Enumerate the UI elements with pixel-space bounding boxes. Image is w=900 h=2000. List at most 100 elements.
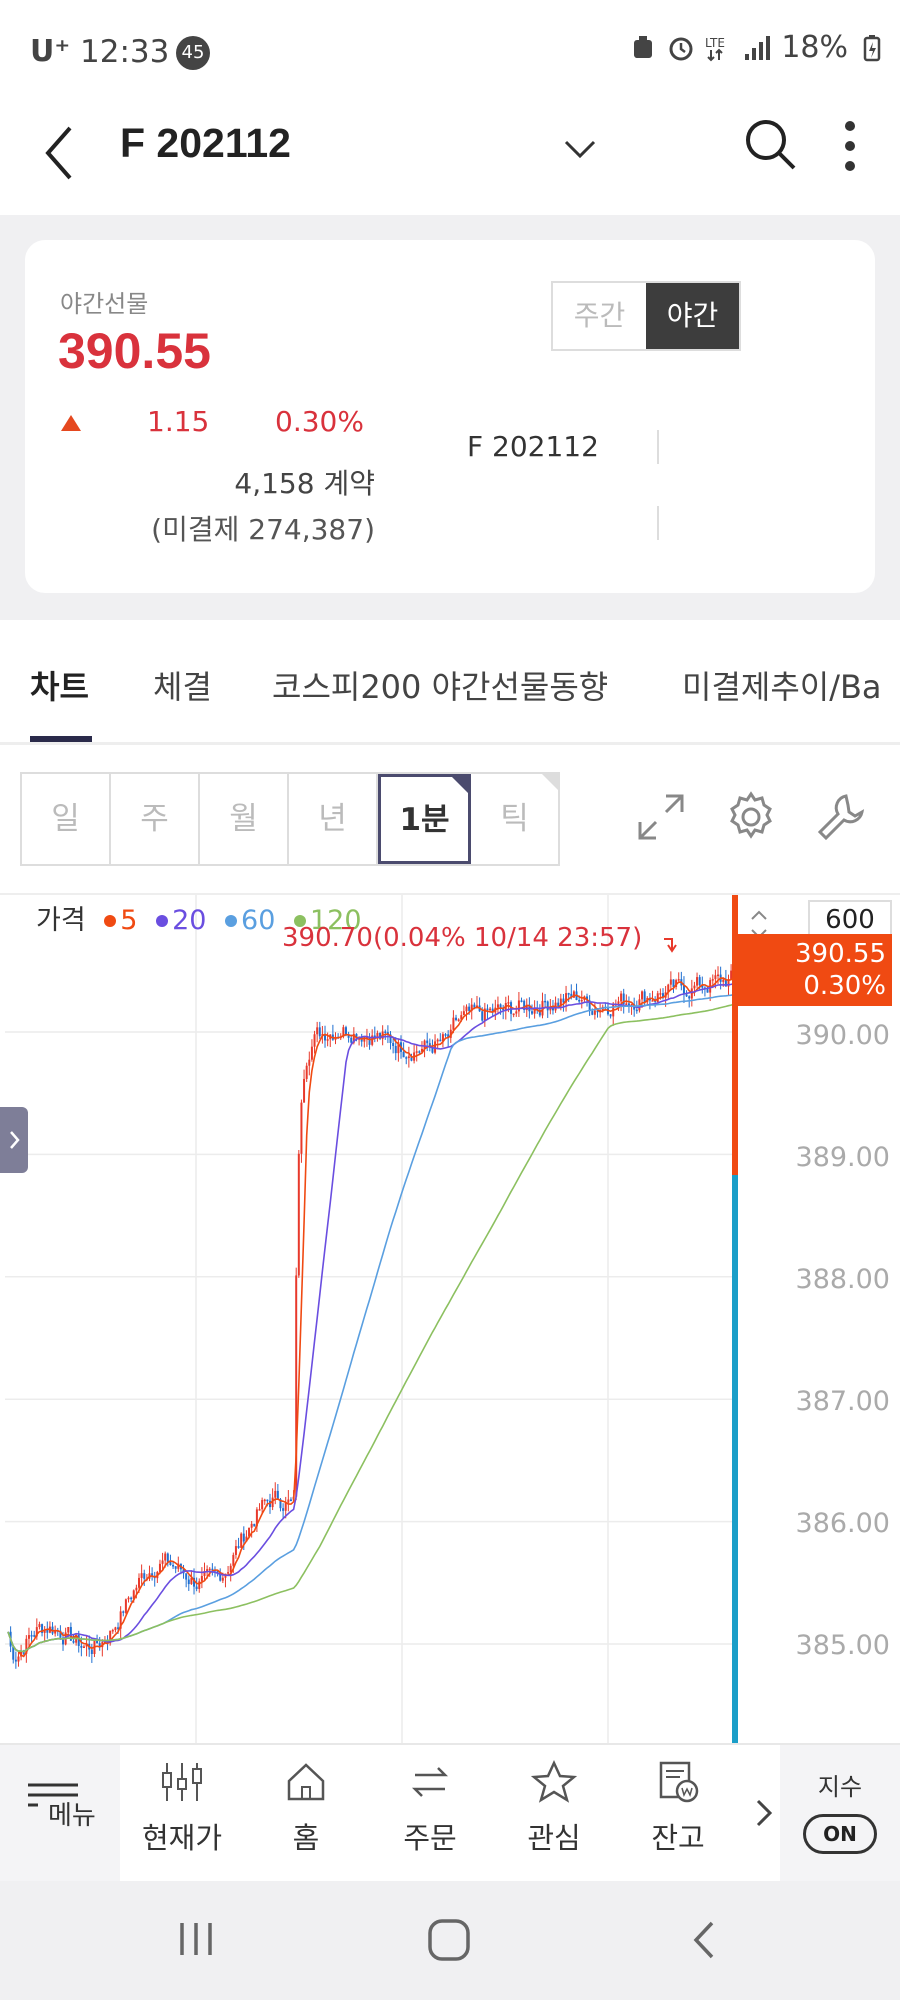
candle-body (303, 1078, 306, 1103)
period-month[interactable]: 월 (200, 774, 289, 864)
period-1min-label: 1분 (399, 802, 450, 838)
current-price-tag-value: 390.55 (795, 939, 886, 969)
candle-body (457, 1019, 460, 1021)
candle-body (266, 1499, 269, 1502)
system-navigation-bar (0, 1881, 900, 2000)
nav-balance[interactable]: 잔고 (616, 1745, 740, 1883)
nav-current-price[interactable]: 현재가 (120, 1745, 244, 1883)
candle-body (384, 1031, 387, 1033)
recent-apps-icon[interactable] (174, 1917, 218, 1961)
candle-body (138, 1577, 140, 1588)
candle-body (499, 1004, 502, 1008)
candle-body (289, 1499, 292, 1502)
day-session-button[interactable]: 주간 (553, 283, 646, 349)
period-tick[interactable]: 틱 (471, 774, 558, 864)
battery-charging-icon (863, 34, 881, 61)
candle-body (297, 1153, 300, 1276)
candle-body (696, 977, 699, 986)
index-on-toggle[interactable]: ON (803, 1814, 877, 1854)
nav-label: 현재가 (141, 1821, 223, 1855)
candle-body (517, 1000, 520, 1012)
menu-button[interactable]: 메뉴 (0, 1745, 120, 1883)
candle-body (344, 1027, 347, 1035)
candle-body (67, 1626, 70, 1633)
wallet-document-icon (659, 1761, 699, 1803)
candle-body (166, 1553, 169, 1563)
chevron-right-icon[interactable] (752, 1793, 776, 1833)
more-vertical-icon[interactable] (840, 118, 860, 174)
tab-kospi200-night-futures[interactable]: 코스피200 야간선물동향 (272, 662, 608, 708)
gear-icon[interactable] (724, 790, 778, 844)
divider (657, 506, 659, 540)
candle-body (405, 1057, 408, 1059)
period-1min[interactable]: 1분 (378, 774, 471, 864)
candle-body (82, 1646, 85, 1649)
candle-body (282, 1508, 285, 1511)
wrench-icon[interactable] (814, 790, 868, 844)
nav-label: 관심 (527, 1821, 581, 1855)
tab-trades[interactable]: 체결 (153, 662, 212, 708)
candle-body (90, 1649, 93, 1655)
y-tick: 390.00 (795, 1020, 890, 1051)
candle-body (706, 989, 709, 993)
session-toggle: 주간 야간 (551, 281, 741, 351)
candle-body (234, 1546, 237, 1555)
candle-body (722, 979, 725, 982)
search-icon[interactable] (742, 116, 798, 172)
home-icon (287, 1763, 325, 1801)
divider (657, 430, 659, 464)
candle-body (544, 1000, 547, 1003)
candle-body (124, 1599, 127, 1613)
candle-body (711, 979, 714, 981)
candle-body (693, 985, 696, 989)
candle-body (465, 1006, 468, 1012)
candle-body (376, 1032, 379, 1037)
candle-body (625, 1003, 628, 1005)
candle-body (620, 993, 623, 1002)
period-selector: 일 주 월 년 1분 틱 (20, 772, 560, 866)
side-panel-handle[interactable] (0, 1107, 28, 1173)
recycle-icon (634, 35, 653, 58)
candle-body (486, 1008, 489, 1011)
candle-body (195, 1586, 198, 1589)
period-day[interactable]: 일 (22, 774, 111, 864)
candle-body (455, 1017, 458, 1021)
candle-body (635, 1009, 638, 1012)
current-price-tag: 390.55 0.30% (734, 934, 892, 1006)
page-title: F 202112 (120, 120, 291, 166)
candle-body (237, 1546, 240, 1548)
candle-body (685, 994, 688, 997)
candle-body (143, 1573, 146, 1579)
candle-body (274, 1490, 277, 1498)
candle-body (496, 1004, 499, 1008)
candle-body (651, 1000, 654, 1002)
candle-body (27, 1635, 30, 1639)
period-week[interactable]: 주 (111, 774, 200, 864)
candle-body (169, 1562, 172, 1566)
candle-body (276, 1490, 279, 1500)
candle-body (305, 1065, 308, 1079)
candle-body (714, 975, 717, 980)
chevron-down-icon[interactable] (560, 128, 600, 168)
candle-body (617, 1001, 620, 1004)
back-button-icon[interactable] (686, 1917, 722, 1963)
tab-open-interest[interactable]: 미결제추이/Ba (682, 662, 882, 708)
candle-body (418, 1051, 421, 1053)
battery-percent: 18% (781, 30, 848, 65)
candle-body (12, 1646, 15, 1660)
candle-body (174, 1566, 177, 1569)
expand-icon[interactable] (634, 790, 688, 844)
nav-home[interactable]: 홈 (244, 1745, 368, 1883)
tab-chart[interactable]: 차트 (30, 662, 89, 708)
candle-body (114, 1627, 117, 1630)
candle-body (308, 1059, 311, 1066)
home-button-icon[interactable] (426, 1917, 472, 1963)
ma-line-60 (7, 993, 740, 1653)
nav-watchlist[interactable]: 관심 (492, 1745, 616, 1883)
night-session-button[interactable]: 야간 (646, 283, 739, 349)
back-arrow-icon[interactable] (38, 118, 88, 188)
chevron-right-icon (10, 1131, 20, 1149)
candle-body (641, 991, 644, 1000)
nav-order[interactable]: 주문 (368, 1745, 492, 1883)
period-year[interactable]: 년 (289, 774, 378, 864)
